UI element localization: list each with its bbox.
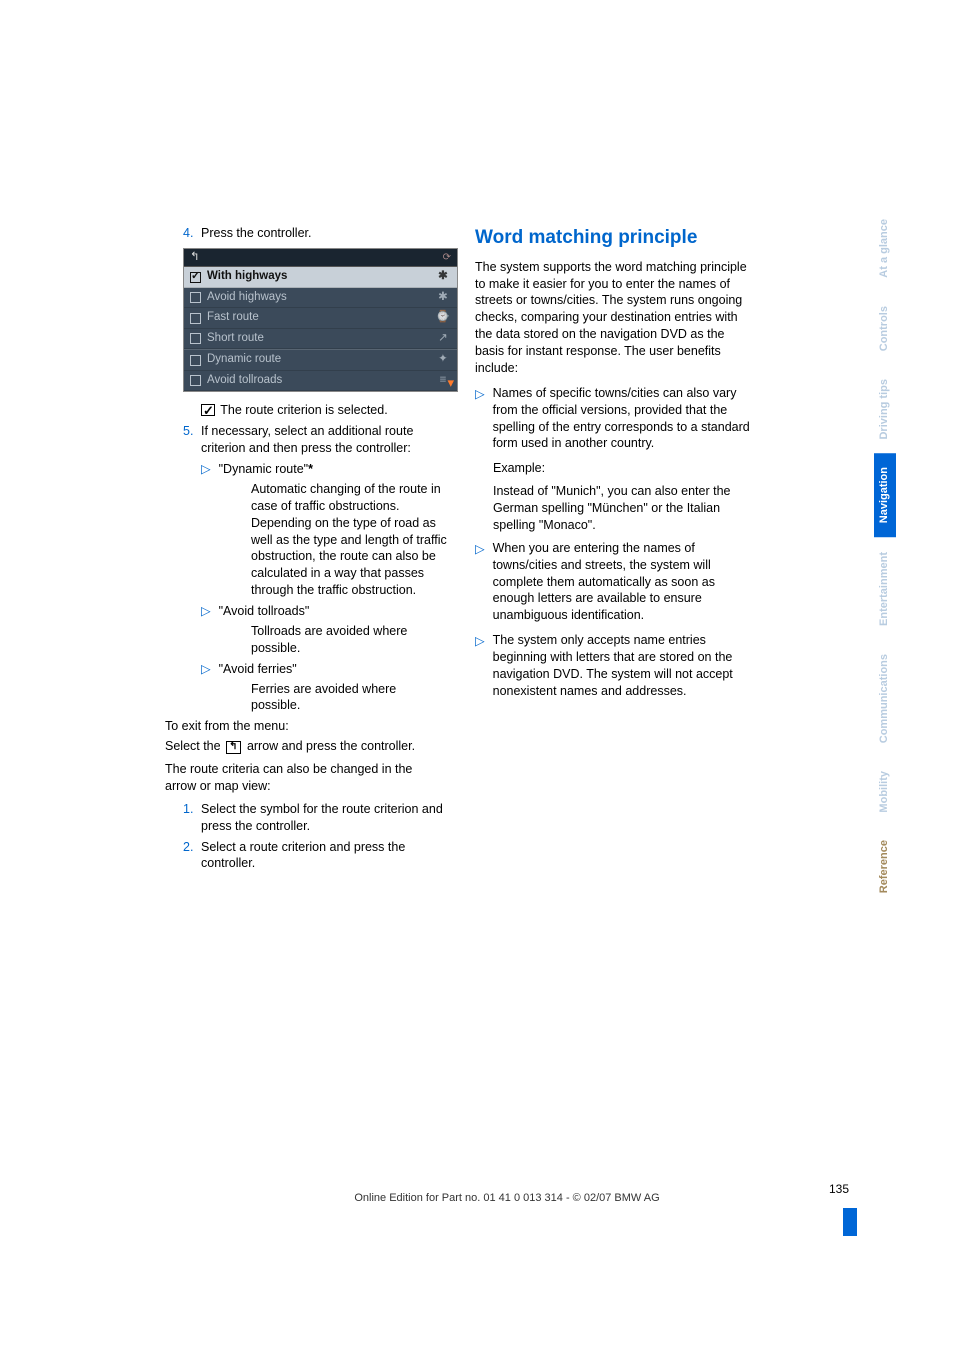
tab-reference[interactable]: Reference	[874, 826, 896, 907]
bullet-icon: ▷	[201, 461, 211, 478]
highway-icon: ✱	[435, 271, 451, 283]
screenshot-header: ↰ ⟳	[184, 249, 457, 268]
view-step-1: 1. Select the symbol for the route crite…	[183, 801, 447, 835]
page-footer: 135 Online Edition for Part no. 01 41 0 …	[165, 1191, 849, 1206]
page-number: 135	[829, 1181, 849, 1197]
bullet-icon: ▷	[201, 603, 211, 620]
benefit-2: ▷ When you are entering the names of tow…	[475, 540, 757, 624]
word-matching-heading: Word matching principle	[475, 225, 757, 251]
step-number: 2.	[183, 839, 201, 873]
checkbox-icon	[190, 333, 201, 344]
footnote-star: *	[308, 462, 313, 476]
check-icon	[201, 404, 215, 416]
step-number: 1.	[183, 801, 201, 835]
right-column: Word matching principle The system suppo…	[475, 225, 757, 876]
row-dynamic-route: Dynamic route ✦	[184, 349, 457, 371]
step-number: 5.	[183, 423, 201, 457]
tab-entertainment[interactable]: Entertainment	[874, 538, 896, 640]
row-label: With highways	[207, 271, 429, 283]
row-avoid-highways: Avoid highways ✱	[184, 288, 457, 309]
route-selected-line: The route criterion is selected.	[201, 402, 447, 419]
checkbox-icon	[190, 313, 201, 324]
word-matching-intro: The system supports the word matching pr…	[475, 259, 757, 377]
left-column: 4. Press the controller. ↰ ⟳ With highwa…	[165, 225, 447, 876]
row-label: Dynamic route	[207, 354, 429, 366]
dynamic-icon: ✦	[435, 354, 451, 366]
selected-text: The route criterion is selected.	[217, 403, 388, 417]
option-avoid-tollroads: ▷ "Avoid tollroads"	[201, 603, 447, 620]
row-label: Avoid tollroads	[207, 375, 429, 387]
tab-communications[interactable]: Communications	[874, 640, 896, 757]
step-5: 5. If necessary, select an additional ro…	[183, 423, 447, 457]
row-label: Fast route	[207, 312, 429, 324]
option-dynamic-desc: Automatic changing of the route in case …	[251, 481, 447, 599]
checkbox-icon	[190, 292, 201, 303]
step-text: Select the symbol for the route criterio…	[201, 801, 447, 835]
example-label: Example:	[493, 460, 757, 477]
page-content: 4. Press the controller. ↰ ⟳ With highwa…	[0, 0, 954, 976]
row-label: Short route	[207, 333, 429, 345]
option-label: "Dynamic route"*	[219, 461, 313, 478]
checkbox-icon	[190, 375, 201, 386]
screenshot-rows: With highways ✱ Avoid highways ✱ Fast ro…	[184, 267, 457, 391]
row-label: Avoid highways	[207, 292, 429, 304]
option-dynamic-route: ▷ "Dynamic route"*	[201, 461, 447, 478]
benefit-3: ▷ The system only accepts name entries b…	[475, 632, 757, 700]
tab-controls[interactable]: Controls	[874, 292, 896, 365]
back-icon: ↰	[190, 252, 200, 264]
step-number: 4.	[183, 225, 201, 242]
step-text: Select a route criterion and press the c…	[201, 839, 447, 873]
step-4: 4. Press the controller.	[183, 225, 447, 242]
no-highway-icon: ✱	[435, 292, 451, 304]
row-short-route: Short route ↗	[184, 329, 457, 350]
select-pre: Select the	[165, 739, 224, 753]
option-tollroads-desc: Tollroads are avoided where possible.	[251, 623, 447, 657]
bullet-icon: ▷	[475, 386, 485, 453]
zoom-icon: ⟳	[443, 253, 451, 263]
clock-icon: ⌚	[435, 312, 451, 324]
checkbox-icon	[190, 355, 201, 366]
tab-navigation[interactable]: Navigation	[874, 453, 896, 537]
exit-menu-text: To exit from the menu:	[165, 718, 447, 735]
option-ferries-desc: Ferries are avoided where possible.	[251, 681, 447, 715]
short-icon: ↗	[435, 333, 451, 345]
benefit-1: ▷ Names of specific towns/cities can als…	[475, 385, 757, 453]
criteria-change-text: The route criteria can also be changed i…	[165, 761, 447, 795]
bullet-icon: ▷	[475, 541, 485, 624]
tab-driving-tips[interactable]: Driving tips	[874, 365, 896, 454]
option-label: "Avoid tollroads"	[219, 603, 310, 620]
option-avoid-ferries: ▷ "Avoid ferries"	[201, 661, 447, 678]
route-options-list: ▷ "Dynamic route"* Automatic changing of…	[201, 461, 447, 714]
edition-line: Online Edition for Part no. 01 41 0 013 …	[354, 1192, 659, 1204]
option-label: "Avoid ferries"	[219, 661, 297, 678]
example-text: Instead of "Munich", you can also enter …	[493, 483, 757, 534]
row-avoid-tollroads: Avoid tollroads ≡ ▾	[184, 371, 457, 392]
section-tabs: At a glance Controls Driving tips Naviga…	[874, 205, 896, 908]
tab-mobility[interactable]: Mobility	[874, 757, 896, 827]
back-arrow-icon: ↰	[226, 741, 241, 754]
route-criteria-screenshot: ↰ ⟳ With highways ✱ Avoid highways ✱ Fas…	[183, 248, 458, 393]
select-post: arrow and press the controller.	[243, 739, 415, 753]
checkbox-icon	[190, 272, 201, 283]
benefit-1-text: Names of specific towns/cities can also …	[493, 385, 757, 453]
tab-at-a-glance[interactable]: At a glance	[874, 205, 896, 292]
benefit-2-text: When you are entering the names of towns…	[493, 540, 757, 624]
view-step-2: 2. Select a route criterion and press th…	[183, 839, 447, 873]
step-text: If necessary, select an additional route…	[201, 423, 447, 457]
page-marker-bar	[843, 1208, 857, 1236]
benefit-3-text: The system only accepts name entries beg…	[493, 632, 757, 700]
select-arrow-line: Select the ↰ arrow and press the control…	[165, 738, 447, 755]
step-text: Press the controller.	[201, 225, 311, 242]
scroll-down-icon: ▾	[447, 376, 454, 389]
row-fast-route: Fast route ⌚	[184, 308, 457, 329]
bullet-icon: ▷	[201, 661, 211, 678]
row-with-highways: With highways ✱	[184, 267, 457, 288]
bullet-icon: ▷	[475, 633, 485, 700]
